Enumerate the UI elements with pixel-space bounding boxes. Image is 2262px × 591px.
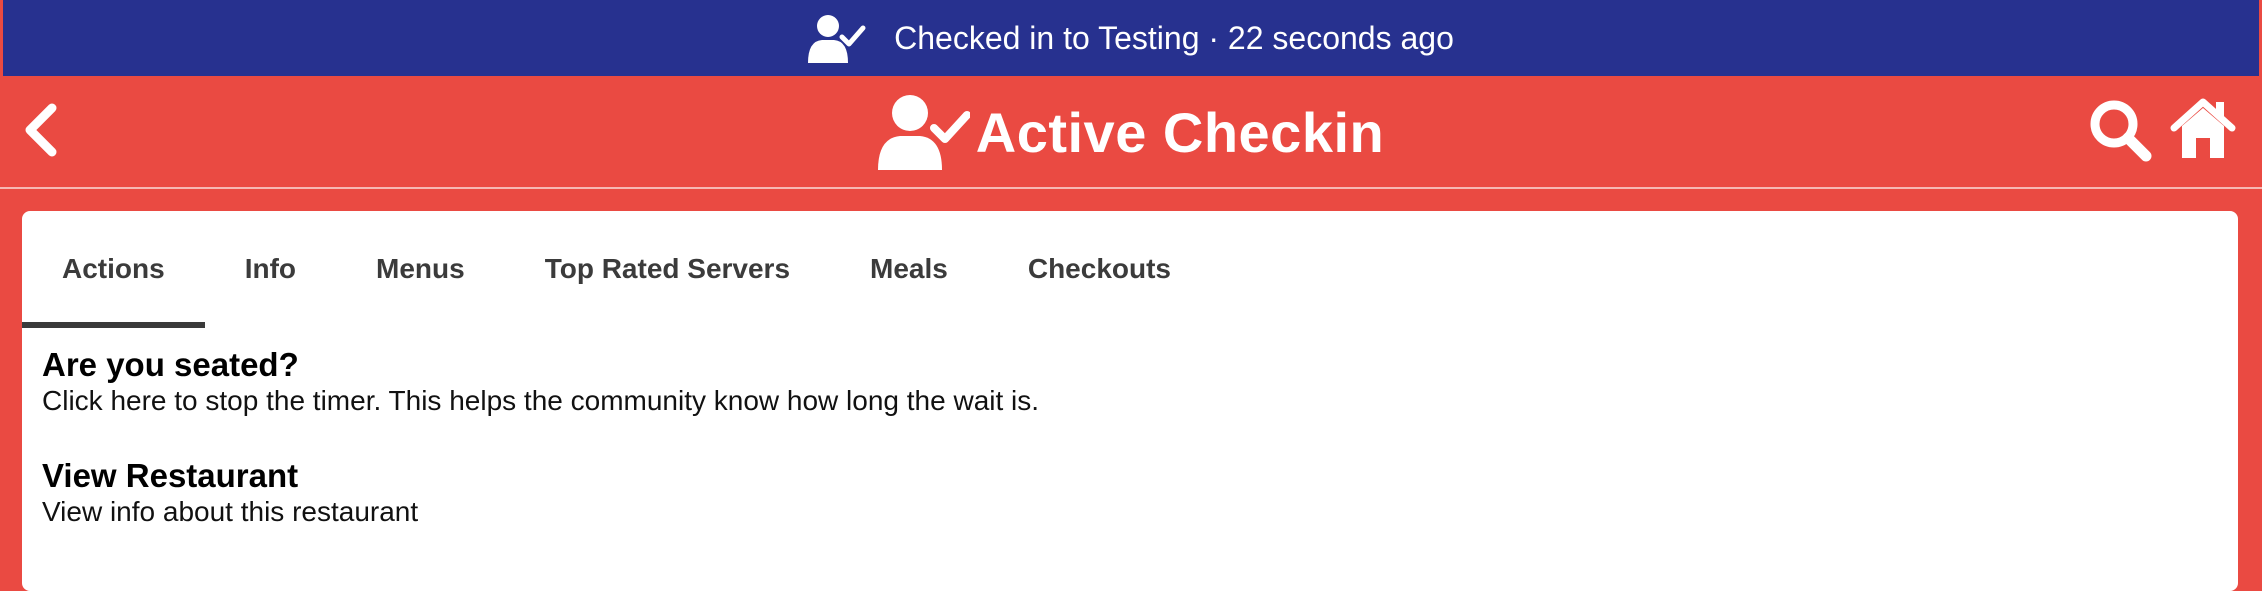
action-description: View info about this restaurant <box>42 496 419 527</box>
search-icon <box>2088 100 2152 166</box>
app-header: Active Checkin <box>0 76 2262 189</box>
user-check-icon <box>808 13 866 63</box>
home-button[interactable] <box>2170 96 2236 160</box>
tab-meals[interactable]: Meals <box>830 211 988 327</box>
action-description: Click here to stop the timer. This helps… <box>42 385 1040 416</box>
user-check-icon <box>877 94 970 170</box>
page-title: Active Checkin <box>975 100 1385 164</box>
tab-bar: Actions Info Menus Top Rated Servers Mea… <box>22 211 1211 328</box>
tab-checkouts[interactable]: Checkouts <box>988 211 1211 327</box>
tab-menus[interactable]: Menus <box>336 211 505 327</box>
page-title-group: Active Checkin <box>0 94 2262 170</box>
status-text: Checked in to Testing · 22 seconds ago <box>894 19 1454 56</box>
action-view-restaurant[interactable]: View Restaurant View info about this res… <box>42 457 418 529</box>
status-bar: Checked in to Testing · 22 seconds ago <box>0 0 2262 76</box>
tab-actions[interactable]: Actions <box>22 211 205 328</box>
tab-info[interactable]: Info <box>205 211 336 327</box>
action-seated[interactable]: Are you seated? Click here to stop the t… <box>42 346 1039 418</box>
home-icon <box>2170 98 2236 164</box>
action-title: Are you seated? <box>42 346 299 383</box>
content-panel: Actions Info Menus Top Rated Servers Mea… <box>22 211 2238 591</box>
tab-top-rated-servers[interactable]: Top Rated Servers <box>505 211 830 327</box>
action-title: View Restaurant <box>42 457 299 494</box>
search-button[interactable] <box>2088 98 2152 162</box>
